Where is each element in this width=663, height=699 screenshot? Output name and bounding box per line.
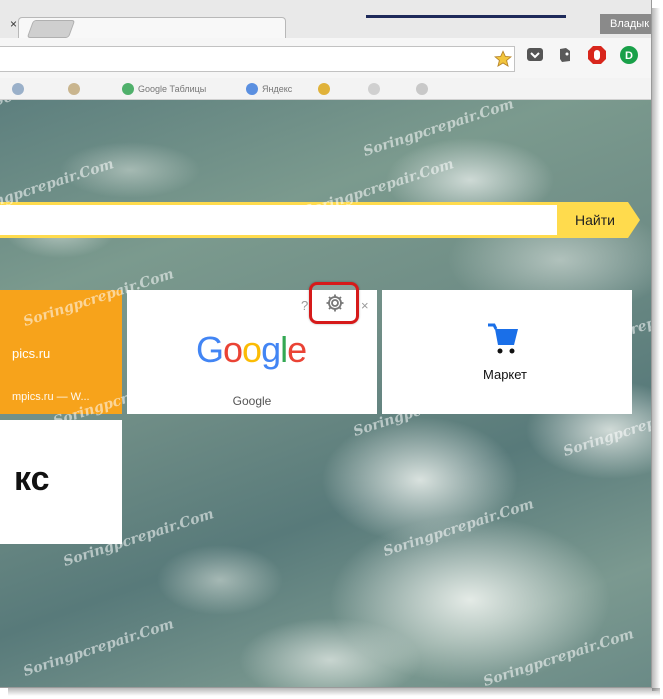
bookmark-favicon	[416, 83, 428, 95]
bookmark-favicon	[318, 83, 330, 95]
bookmarks-bar: Google Таблицы Яндекс	[0, 78, 651, 100]
window-shadow	[652, 8, 660, 691]
window-title-bar	[366, 15, 566, 18]
google-logo: Google	[196, 329, 307, 370]
tab-strip: × Владык	[0, 0, 651, 39]
profile-button[interactable]: Владык	[600, 14, 651, 34]
bookmark-favicon	[368, 83, 380, 95]
tile-close-button[interactable]: ×	[361, 298, 369, 313]
grammarly-icon[interactable]: D	[619, 45, 639, 65]
browser-window: × Владык D Google Таблицы Яндекс Найти p…	[0, 0, 652, 688]
search-input[interactable]	[0, 202, 560, 238]
profile-name: Владык	[610, 18, 650, 30]
tile-yandex[interactable]: кс	[0, 420, 122, 544]
tile-settings-button[interactable]	[309, 282, 359, 324]
bookmark-item[interactable]	[12, 82, 24, 96]
sheets-icon	[122, 83, 134, 95]
tile-market[interactable]	[382, 290, 632, 414]
new-tab-page: Найти pics.ru mpics.ru — W... Google Goo…	[0, 100, 651, 688]
search-button[interactable]: Найти	[560, 202, 628, 238]
svg-text:D: D	[625, 50, 633, 62]
pocket-icon[interactable]	[525, 45, 545, 65]
new-tab-button[interactable]	[26, 20, 76, 38]
tile-title: pics.ru	[12, 346, 51, 361]
watermark: Soringpcrepair.Com	[361, 100, 516, 160]
tile-help-button[interactable]: ?	[301, 298, 308, 313]
bookmark-item[interactable]	[416, 82, 428, 96]
bookmark-google-sheets[interactable]: Google Таблицы	[122, 82, 206, 96]
tile-caption: Google	[232, 394, 272, 408]
bookmark-favicon	[68, 83, 80, 95]
cart-icon	[488, 323, 518, 354]
yandex-icon	[246, 83, 258, 95]
tile-caption: Маркет	[482, 367, 528, 382]
gear-icon	[326, 294, 344, 312]
bookmark-label: Яндекс	[262, 84, 293, 94]
bookmark-favicon	[12, 83, 24, 95]
bookmark-star-icon[interactable]	[494, 50, 512, 68]
bookmark-label: Google Таблицы	[138, 84, 207, 94]
bookmark-item[interactable]	[68, 82, 80, 96]
tile-title: кс	[14, 460, 50, 498]
tile-lumpics[interactable]: pics.ru mpics.ru — W...	[0, 290, 122, 414]
search-button-arrow	[628, 202, 640, 238]
watermark: Soringpcrepair.Com	[21, 616, 176, 680]
watermark: Soringpcrepair.Com	[0, 100, 146, 110]
bookmark-yandex[interactable]: Яндекс	[246, 82, 292, 96]
watermark: Soringpcrepair.Com	[381, 496, 536, 560]
watermark: Soringpcrepair.Com	[481, 626, 636, 688]
evernote-icon[interactable]	[555, 45, 575, 65]
bookmark-item[interactable]	[368, 82, 380, 96]
adblock-icon[interactable]	[587, 45, 607, 65]
address-bar[interactable]	[0, 46, 515, 72]
bookmark-item[interactable]	[318, 82, 330, 96]
tile-subtitle: mpics.ru — W...	[12, 391, 90, 403]
window-shadow	[8, 688, 660, 696]
